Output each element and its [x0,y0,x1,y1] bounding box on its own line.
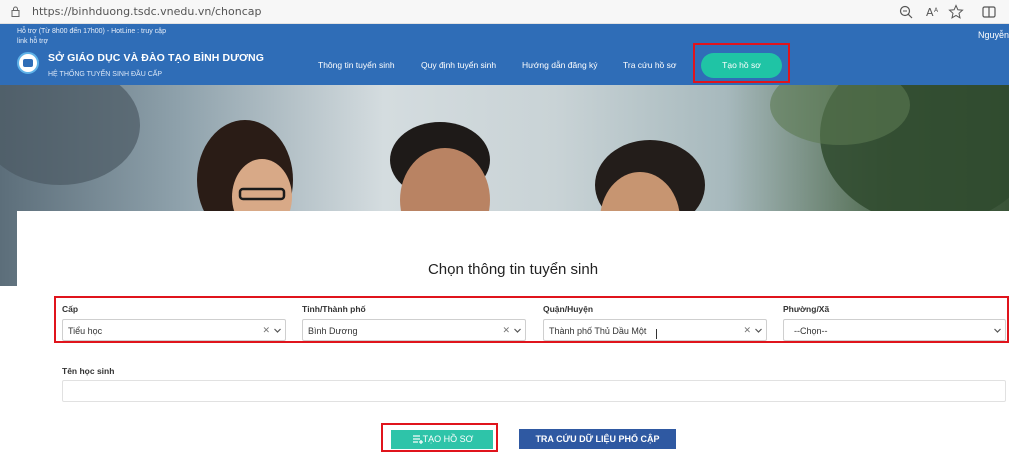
chevron-down-icon[interactable] [755,327,762,334]
district-label: Quận/Huyện [543,304,594,314]
list-icon [413,435,423,444]
url-text[interactable]: https://binhduong.tsdc.vnedu.vn/choncap [32,5,262,18]
logo-icon[interactable] [17,52,39,74]
favorite-star-icon[interactable] [948,4,964,20]
create-profile-nav-button[interactable]: Tạo hồ sơ [701,53,782,78]
lock-icon [11,6,20,17]
ward-select-value: --Chọn-- [794,326,828,336]
split-screen-icon[interactable] [981,4,997,20]
create-profile-button-label: TẠO HỒ SƠ [422,434,474,444]
site-title[interactable]: SỞ GIÁO DỤC VÀ ĐÀO TẠO BÌNH DƯƠNG [48,52,264,64]
level-label: Cấp [62,304,79,314]
browser-address-bar: https://binhduong.tsdc.vnedu.vn/choncap … [0,0,1009,24]
clear-icon[interactable]: ✕ [502,325,510,336]
zoom-icon[interactable] [898,4,914,20]
chevron-down-icon[interactable] [514,327,521,334]
clear-icon[interactable]: ✕ [743,325,751,336]
province-label: Tỉnh/Thành phố [302,304,366,314]
nav-quy-dinh-tuyen-sinh[interactable]: Quy định tuyển sinh [421,60,496,70]
text-cursor [656,329,657,339]
site-header: Hỗ trợ (Từ 8h00 đến 17h00) - HotLine : t… [0,24,1009,85]
site-subtitle: HỆ THỐNG TUYỂN SINH ĐẦU CẤP [48,71,163,78]
nav-tra-cuu-ho-so[interactable]: Tra cứu hồ sơ [623,60,676,70]
province-select-value: Bình Dương [308,326,358,336]
nav-huong-dan-dang-ky[interactable]: Hướng dẫn đăng ký [522,60,598,70]
nav-thong-tin-tuyen-sinh[interactable]: Thông tin tuyển sinh [318,60,395,70]
level-select-value: Tiểu học [68,326,103,336]
create-profile-button[interactable]: TẠO HỒ SƠ [391,430,493,449]
read-aloud-icon[interactable]: AA [924,4,940,20]
student-name-label: Tên học sinh [62,366,115,376]
clear-icon[interactable]: ✕ [262,325,270,336]
lookup-data-button[interactable]: TRA CỨU DỮ LIỆU PHỔ CẬP [519,429,676,449]
form-title: Chọn thông tin tuyển sinh [427,261,599,278]
district-select-value: Thành phố Thủ Dầu Một [549,326,647,336]
student-name-input[interactable] [62,380,1006,402]
support-hotline[interactable]: Hỗ trợ (Từ 8h00 đến 17h00) - HotLine : t… [17,27,177,47]
district-select[interactable]: Thành phố Thủ Dầu Một ✕ [543,319,767,341]
svg-text:A: A [934,7,939,14]
ward-label: Phường/Xã [783,304,830,314]
level-select[interactable]: Tiểu học ✕ [62,319,286,341]
chevron-down-icon[interactable] [274,327,281,334]
user-name[interactable]: Nguyễn [978,30,1009,40]
chevron-down-icon[interactable] [994,327,1001,334]
ward-select[interactable]: --Chọn-- [783,319,1006,341]
svg-text:A: A [926,6,934,19]
province-select[interactable]: Bình Dương ✕ [302,319,526,341]
